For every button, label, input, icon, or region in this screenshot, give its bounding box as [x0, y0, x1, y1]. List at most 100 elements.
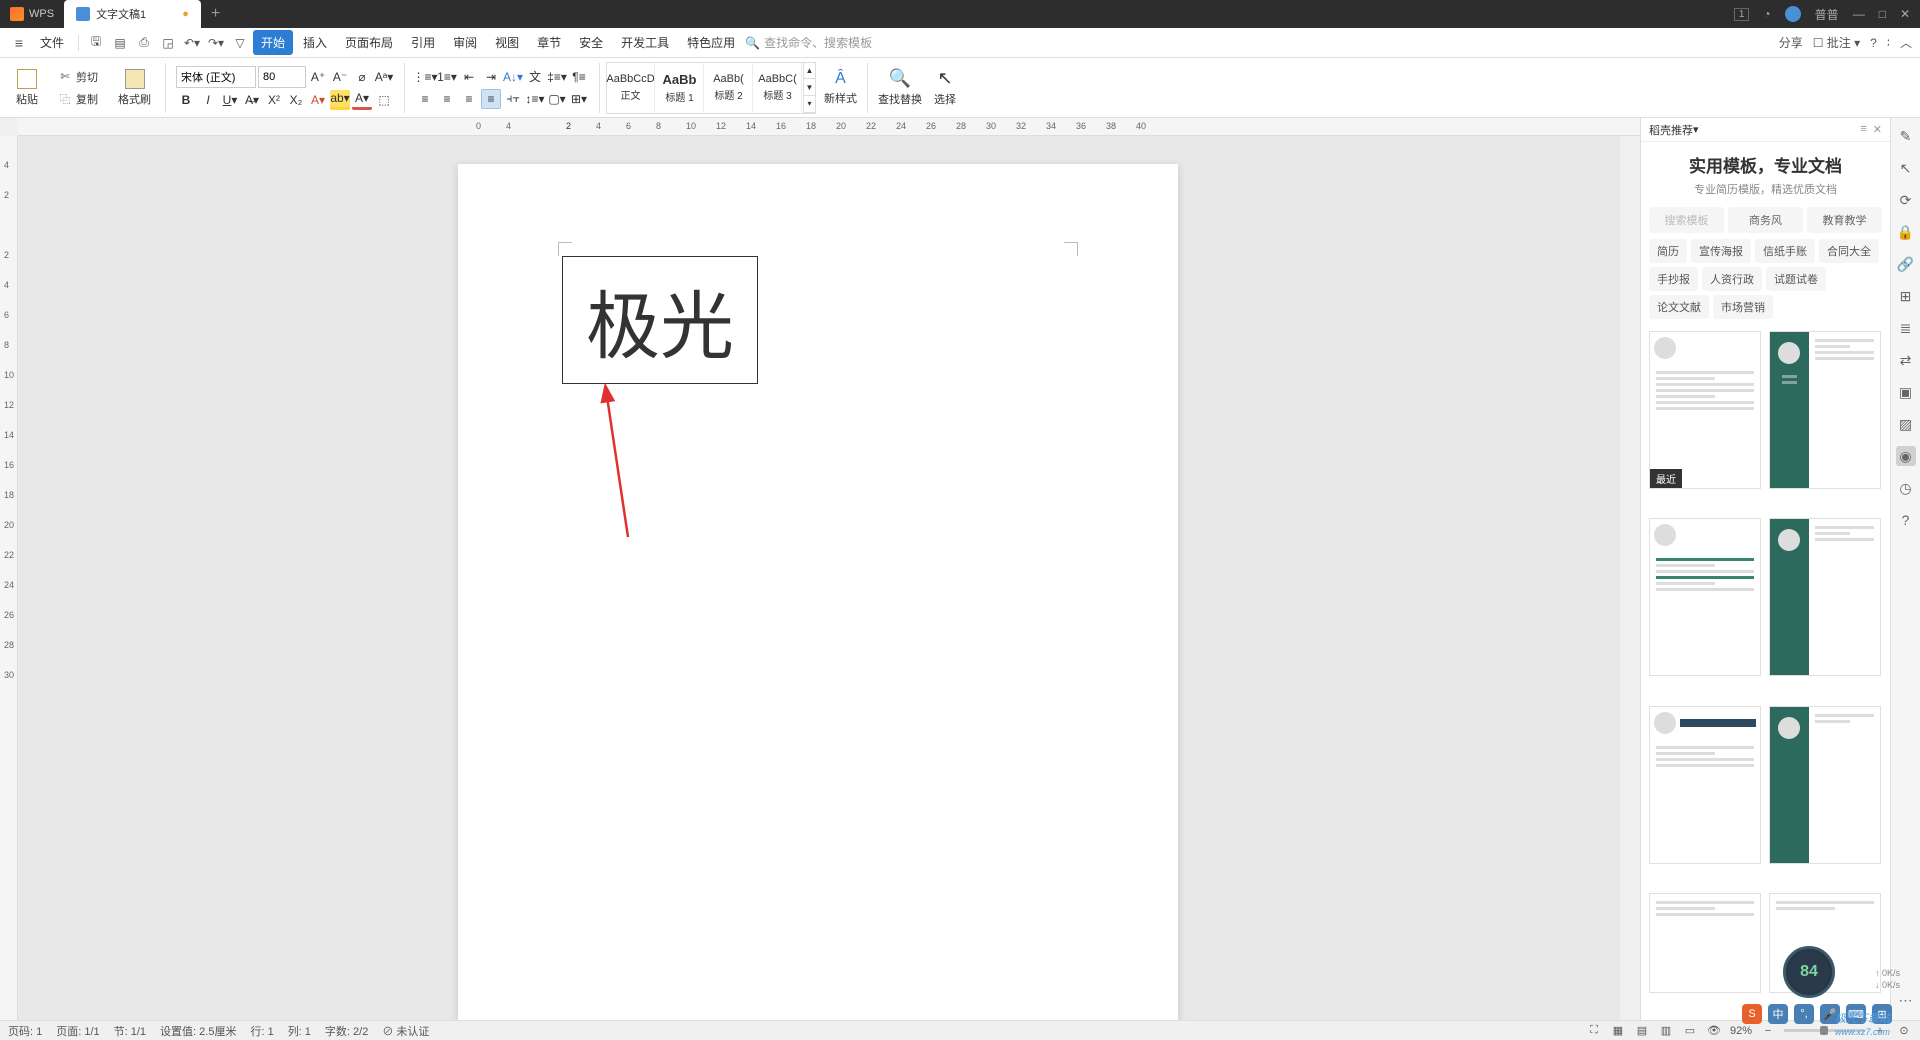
template-grid[interactable]: 最近 — [1641, 325, 1890, 1020]
more-icon[interactable]: ⋯ — [1896, 990, 1916, 1010]
select-button[interactable]: ↖ 选择 — [930, 66, 960, 109]
panel-settings-icon[interactable]: ≡ — [1860, 123, 1866, 136]
show-marks-icon[interactable]: ¶≡ — [569, 67, 589, 87]
print-icon[interactable]: ⎙ — [133, 32, 155, 54]
style-heading3[interactable]: AaBbC(标题 3 — [754, 63, 802, 113]
new-tab-button[interactable]: + — [201, 5, 230, 23]
char-shading-button[interactable]: ⬚ — [374, 90, 394, 110]
template-thumb[interactable] — [1769, 706, 1881, 864]
style-scroll-down-icon[interactable]: ▼ — [804, 79, 815, 96]
status-row[interactable]: 行: 1 — [250, 1023, 273, 1039]
template-thumb[interactable] — [1649, 518, 1761, 676]
line-height-icon[interactable]: ↕≡▾ — [525, 89, 545, 109]
tab-insert[interactable]: 插入 — [295, 30, 335, 55]
font-color-button[interactable]: A▾ — [352, 90, 372, 110]
tag-contract[interactable]: 合同大全 — [1819, 239, 1879, 263]
status-chars[interactable]: 字数: 2/2 — [325, 1023, 368, 1039]
close-button[interactable]: ✕ — [1900, 7, 1910, 21]
spacing-icon[interactable]: ⇄ — [1896, 350, 1916, 370]
share-button[interactable]: 分享 — [1779, 34, 1803, 51]
help-side-icon[interactable]: ? — [1896, 510, 1916, 530]
pointer-icon[interactable]: ↖ — [1896, 158, 1916, 178]
format-painter-button[interactable]: 格式刷 — [114, 67, 155, 109]
sogou-icon[interactable]: S — [1742, 1004, 1762, 1024]
file-menu[interactable]: 文件 — [32, 30, 72, 55]
line-spacing-icon[interactable]: ‡≡▾ — [547, 67, 567, 87]
tag-marketing[interactable]: 市场营销 — [1713, 295, 1773, 319]
tag-handnote[interactable]: 手抄报 — [1649, 267, 1698, 291]
view-outline-icon[interactable]: ▤ — [1634, 1023, 1650, 1039]
tab-dev-tools[interactable]: 开发工具 — [613, 30, 677, 55]
copy-button[interactable]: ⿻复制 — [54, 89, 102, 109]
increase-indent-icon[interactable]: ⇥ — [481, 67, 501, 87]
link-icon[interactable]: 🔗 — [1896, 254, 1916, 274]
tag-hr[interactable]: 人资行政 — [1702, 267, 1762, 291]
zoom-value[interactable]: 92% — [1730, 1025, 1752, 1037]
superscript-button[interactable]: X² — [264, 90, 284, 110]
font-size-select[interactable] — [258, 66, 306, 88]
cut-button[interactable]: ✄剪切 — [54, 67, 102, 87]
help-icon[interactable]: ? — [1870, 36, 1877, 50]
user-name[interactable]: 普普 — [1815, 6, 1839, 23]
performance-gauge[interactable]: 84 — [1783, 946, 1835, 998]
refresh-side-icon[interactable]: ⟳ — [1896, 190, 1916, 210]
tab-security[interactable]: 安全 — [571, 30, 611, 55]
bold-button[interactable]: B — [176, 90, 196, 110]
status-page-num[interactable]: 页码: 1 — [8, 1023, 42, 1039]
fit-icon[interactable]: ⊙ — [1896, 1023, 1912, 1039]
template-thumb[interactable]: 最近 — [1649, 331, 1761, 489]
tab-page-layout[interactable]: 页面布局 — [337, 30, 401, 55]
style-scroll-up-icon[interactable]: ▲ — [804, 63, 815, 80]
chevron-up-icon[interactable]: ︿ — [1900, 34, 1912, 51]
ime-lang-icon[interactable]: 中 — [1768, 1004, 1788, 1024]
find-replace-button[interactable]: 🔍 查找替换 — [874, 66, 926, 109]
tab-home[interactable]: 开始 — [253, 30, 293, 55]
paste-button[interactable]: 粘贴 — [12, 67, 42, 109]
document-text[interactable]: 极光 — [586, 267, 734, 374]
clear-format-icon[interactable]: ⌀ — [352, 67, 372, 87]
history-icon[interactable]: ◷ — [1896, 478, 1916, 498]
template-thumb[interactable] — [1649, 893, 1761, 993]
align-left-icon[interactable]: ≡ — [415, 89, 435, 109]
tag-thesis[interactable]: 论文文献 — [1649, 295, 1709, 319]
align-justify-icon[interactable]: ≡ — [481, 89, 501, 109]
dropdown-icon[interactable]: ▽ — [229, 32, 251, 54]
number-list-icon[interactable]: 1≡▾ — [437, 67, 457, 87]
skin-icon[interactable]: ◔ — [1763, 7, 1770, 21]
text-box[interactable]: 极光 — [562, 256, 758, 384]
view-read-icon[interactable]: ▭ — [1682, 1023, 1698, 1039]
underline-button[interactable]: U▾ — [220, 90, 240, 110]
horizontal-ruler[interactable]: 0 4 2 4 6 8 10 12 14 16 18 20 22 24 26 2… — [18, 118, 1920, 136]
fullscreen-icon[interactable]: ⛶ — [1586, 1023, 1602, 1039]
template-thumb[interactable] — [1769, 518, 1881, 676]
view-print-icon[interactable]: ▦ — [1610, 1023, 1626, 1039]
minimize-button[interactable]: — — [1853, 7, 1865, 21]
tab-section[interactable]: 章节 — [529, 30, 569, 55]
hamburger-icon[interactable]: ≡ — [8, 32, 30, 54]
phonetic-icon[interactable]: 文 — [525, 67, 545, 87]
decrease-indent-icon[interactable]: ⇤ — [459, 67, 479, 87]
panel-tab-education[interactable]: 教育教学 — [1807, 207, 1882, 233]
tag-poster[interactable]: 宣传海报 — [1691, 239, 1751, 263]
tab-view[interactable]: 视图 — [487, 30, 527, 55]
zoom-out-icon[interactable]: − — [1760, 1023, 1776, 1039]
box-icon[interactable]: ▣ — [1896, 382, 1916, 402]
style-normal[interactable]: AaBbCcD正文 — [607, 63, 655, 113]
tab-special[interactable]: 特色应用 — [679, 30, 743, 55]
panel-tab-search[interactable]: 搜索模板 — [1649, 207, 1724, 233]
refresh-icon[interactable]: ◲ — [157, 32, 179, 54]
annotate-button[interactable]: ☐ 批注 ▾ — [1813, 34, 1860, 51]
sort-icon[interactable]: A↓▾ — [503, 67, 523, 87]
pencil-icon[interactable]: ✎ — [1896, 126, 1916, 146]
template-thumb[interactable] — [1649, 706, 1761, 864]
ime-punct-icon[interactable]: °, — [1794, 1004, 1814, 1024]
style-heading2[interactable]: AaBb(标题 2 — [705, 63, 753, 113]
view-web-icon[interactable]: ▥ — [1658, 1023, 1674, 1039]
status-auth[interactable]: ⊘ 未认证 — [382, 1023, 429, 1039]
strikethrough-button[interactable]: A̶▾ — [242, 90, 262, 110]
page[interactable]: 极光 — [458, 164, 1178, 1020]
tag-resume[interactable]: 简历 — [1649, 239, 1687, 263]
lock-icon[interactable]: 🔒 — [1896, 222, 1916, 242]
status-section[interactable]: 节: 1/1 — [114, 1023, 146, 1039]
bullet-list-icon[interactable]: ⋮≡▾ — [415, 67, 435, 87]
